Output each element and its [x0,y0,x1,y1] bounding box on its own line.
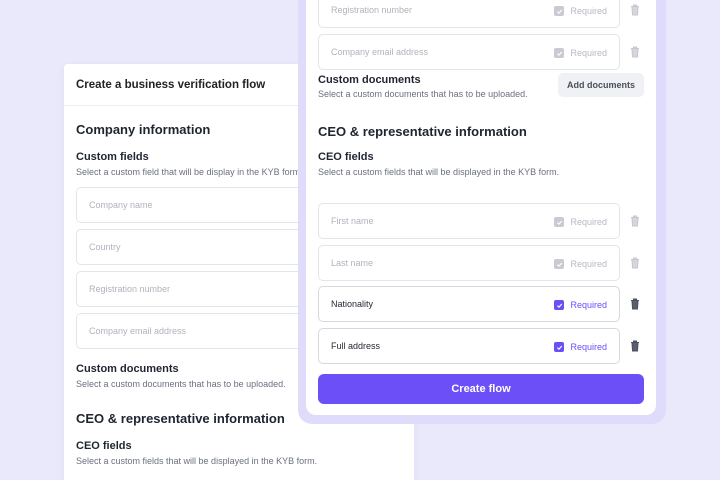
front-card-frame: Registration number Required Company ema… [298,0,666,424]
company-email-field[interactable]: Company email address Required [318,34,620,70]
custom-documents-hint: Select a custom documents that has to be… [318,89,528,99]
checkbox-icon[interactable] [554,300,565,310]
company-email-row: Company email address Required [318,34,648,70]
required-toggle[interactable]: Required [554,0,607,29]
ceo-fields-hint: Select a custom fields that will be disp… [318,167,560,177]
registration-number-field[interactable]: Registration number Required [318,0,620,28]
ceo-section-title: CEO & representative information [318,124,527,139]
checkbox-icon[interactable] [554,259,565,269]
first-name-row: First name Required [318,203,648,239]
ceo-fields-title: CEO fields [76,440,132,452]
trash-icon[interactable] [630,257,640,269]
last-name-field[interactable]: Last name Required [318,245,620,281]
trash-icon[interactable] [630,46,640,58]
nationality-field[interactable]: Nationality Required [318,286,620,322]
front-flow-card: Registration number Required Company ema… [306,0,656,415]
required-toggle[interactable]: Required [554,35,607,71]
registration-number-row: Registration number Required [318,0,648,28]
checkbox-icon[interactable] [554,48,565,58]
trash-icon[interactable] [630,298,640,310]
required-toggle[interactable]: Required [554,204,607,240]
trash-icon[interactable] [630,4,640,16]
required-toggle[interactable]: Required [554,246,607,282]
checkbox-icon[interactable] [554,342,565,352]
add-documents-button[interactable]: Add documents [558,73,644,97]
first-name-field[interactable]: First name Required [318,203,620,239]
panel-title: Create a business verification flow [76,78,266,91]
nationality-row: Nationality Required [318,286,648,322]
trash-icon[interactable] [630,340,640,352]
checkbox-icon[interactable] [554,6,565,16]
create-flow-button[interactable]: Create flow [318,374,644,404]
checkbox-icon[interactable] [554,217,565,227]
trash-icon[interactable] [630,215,640,227]
custom-documents-title: Custom documents [318,74,421,86]
full-address-field[interactable]: Full address Required [318,328,620,364]
last-name-row: Last name Required [318,245,648,281]
ceo-fields-hint: Select a custom fields that will be disp… [76,456,318,466]
ceo-fields-title: CEO fields [318,151,374,163]
required-toggle[interactable]: Required [554,329,607,365]
full-address-row: Full address Required [318,328,648,364]
required-toggle[interactable]: Required [554,287,607,323]
